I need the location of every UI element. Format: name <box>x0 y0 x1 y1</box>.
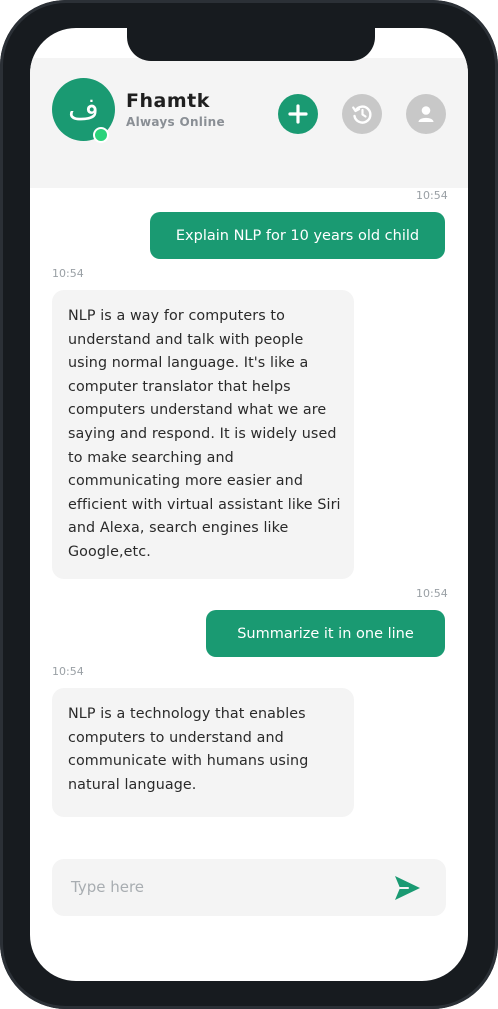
chat-screen: ف Fhamtk Always Online 10:54 Explain NLP <box>30 28 468 981</box>
plus-icon <box>288 104 308 124</box>
message-time: 10:54 <box>52 665 84 678</box>
send-icon <box>395 876 420 900</box>
phone-notch <box>127 28 375 61</box>
bot-status: Always Online <box>126 115 225 129</box>
online-status-dot <box>93 127 109 143</box>
input-placeholder: Type here <box>71 878 145 896</box>
message-input[interactable]: Type here <box>52 859 446 916</box>
phone-frame: ف Fhamtk Always Online 10:54 Explain NLP <box>0 0 498 1009</box>
history-button[interactable] <box>342 94 382 134</box>
bot-name: Fhamtk <box>126 90 210 112</box>
user-message: Summarize it in one line <box>206 610 445 657</box>
new-chat-button[interactable] <box>278 94 318 134</box>
history-icon <box>352 105 372 124</box>
send-button[interactable] <box>392 873 422 903</box>
message-time: 10:54 <box>52 267 84 280</box>
user-icon <box>418 106 434 122</box>
avatar-logo: ف <box>67 92 100 127</box>
bot-message: NLP is a technology that enables compute… <box>52 688 354 817</box>
profile-button[interactable] <box>406 94 446 134</box>
message-time: 10:54 <box>416 587 448 600</box>
bot-message: NLP is a way for computers to understand… <box>52 290 354 579</box>
user-message: Explain NLP for 10 years old child <box>150 212 445 259</box>
message-time: 10:54 <box>416 189 448 202</box>
